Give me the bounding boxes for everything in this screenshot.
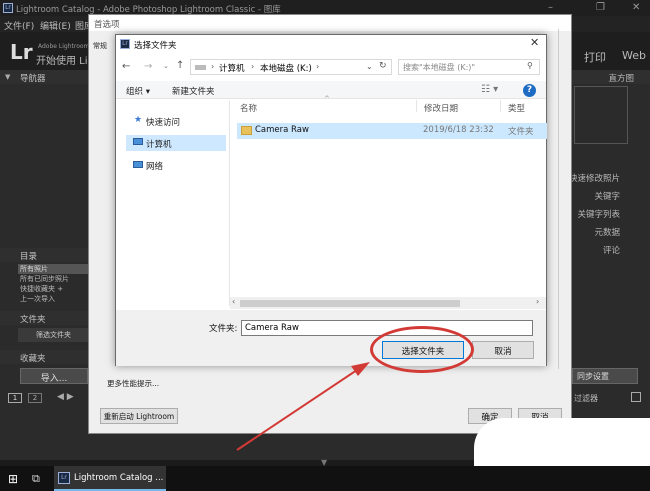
lightroom-taskbar-icon: Lr	[58, 472, 70, 484]
taskbar-app-label: Lightroom Catalog ...	[74, 473, 164, 483]
task-view-icon[interactable]: ⧉	[32, 472, 40, 486]
windows-start-icon[interactable]: ⊞	[8, 472, 18, 486]
windows-taskbar: ⊞ ⧉ Lr Lightroom Catalog ...	[0, 466, 650, 491]
taskbar-lightroom-button[interactable]: Lr Lightroom Catalog ...	[54, 466, 166, 491]
corner-overlay	[474, 418, 650, 466]
